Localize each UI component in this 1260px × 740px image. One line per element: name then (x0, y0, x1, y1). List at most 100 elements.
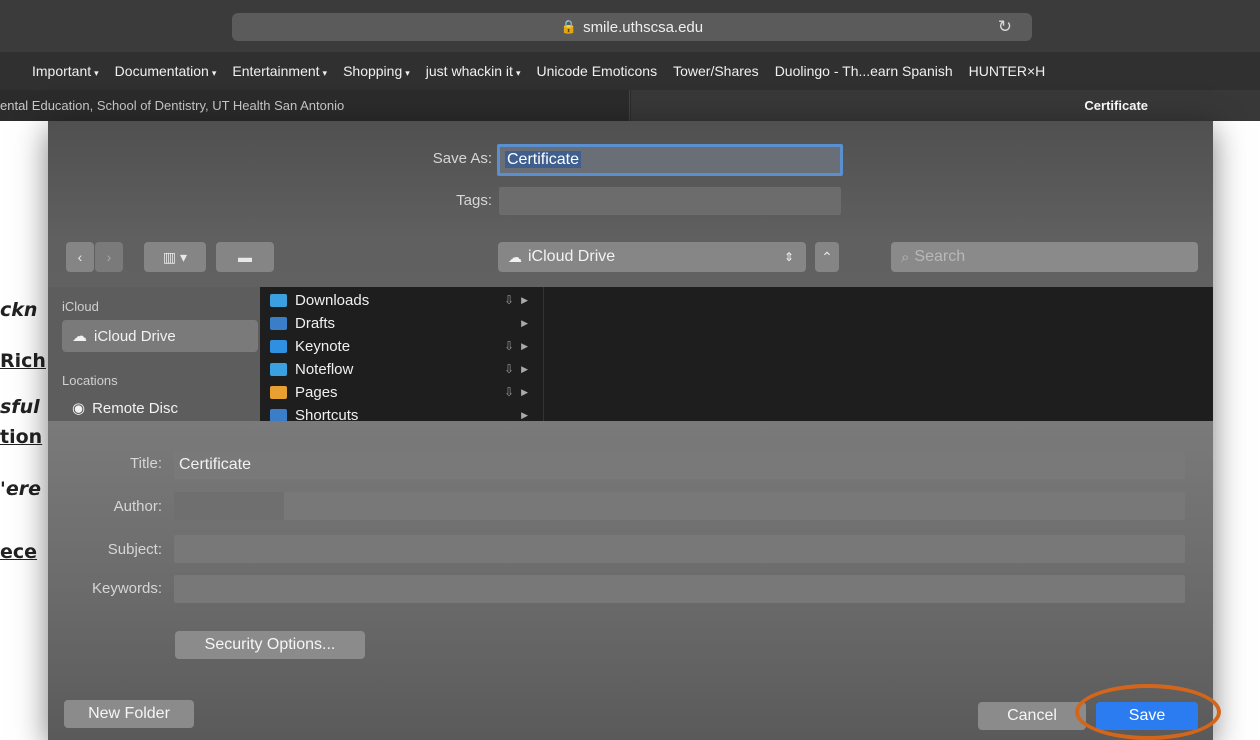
author-label: Author: (113, 498, 162, 515)
list-item[interactable]: Downloads ⇩ ▶ (270, 289, 540, 311)
collapse-dialog-button[interactable]: ⌃ (815, 242, 839, 272)
author-input[interactable] (174, 492, 1185, 520)
chevron-down-icon: ▾ (322, 68, 328, 78)
reload-icon[interactable]: ↻ (998, 17, 1012, 37)
disclosure-arrow-icon: ▶ (521, 294, 528, 305)
columns-view-icon: ▥ ▾ (162, 248, 188, 265)
save-as-label: Save As: (432, 150, 492, 167)
new-folder-icon: ▬ (238, 249, 252, 265)
app-folder-icon (270, 408, 287, 421)
location-value: iCloud Drive (528, 248, 616, 265)
cloud-download-icon: ⇩ (503, 362, 514, 376)
sidebar-item-label: Remote Disc (92, 399, 178, 417)
file-name: Shortcuts (295, 406, 359, 422)
list-item[interactable]: Drafts ▶ (270, 312, 540, 334)
page-text-fragment: ckn (0, 299, 38, 321)
cloud-download-icon: ⇩ (503, 339, 514, 353)
subject-label: Subject: (107, 541, 162, 558)
list-item[interactable]: Shortcuts ▶ (270, 404, 540, 421)
cancel-button[interactable]: Cancel (978, 702, 1086, 730)
file-name: Pages (295, 383, 338, 401)
file-name: Drafts (295, 314, 336, 332)
security-options-button[interactable]: Security Options... (175, 631, 365, 659)
new-folder-button[interactable]: New Folder (64, 700, 194, 728)
file-name: Keynote (295, 337, 351, 355)
cloud-icon: ☁ (72, 328, 87, 345)
bookmark-unicode-emoticons[interactable]: Unicode Emoticons (536, 63, 657, 79)
bookmark-important[interactable]: Important ▾ (32, 63, 99, 79)
disclosure-arrow-icon: ▶ (521, 317, 528, 328)
forward-button[interactable]: › (95, 242, 123, 272)
search-input[interactable]: ⌕ Search (891, 242, 1198, 272)
file-browser: Downloads ⇩ ▶ Drafts ▶ Keynote ⇩ ▶ Notef… (260, 287, 1213, 421)
new-folder-toolbar-button[interactable]: ▬ (216, 242, 274, 272)
file-column: Downloads ⇩ ▶ Drafts ▶ Keynote ⇩ ▶ Notef… (260, 287, 544, 421)
save-dialog: Save As: Certificate Tags: ‹ › ▥ ▾ ▬ ☁ i… (48, 121, 1221, 740)
list-item[interactable]: Pages ⇩ ▶ (270, 381, 540, 403)
bookmark-duolingo[interactable]: Duolingo - Th...earn Spanish (775, 63, 953, 79)
lock-icon: 🔒 (560, 19, 578, 34)
chevron-down-icon: ▾ (211, 68, 217, 78)
sidebar-item-remote-disc[interactable]: ◉ Remote Disc (62, 392, 178, 424)
save-dialog-header: Save As: Certificate Tags: ‹ › ▥ ▾ ▬ ☁ i… (48, 121, 1213, 421)
highlight-annotation (1075, 684, 1221, 740)
chevron-right-icon: › (106, 249, 112, 265)
app-folder-icon (270, 316, 287, 330)
location-popup[interactable]: ☁ iCloud Drive ⇕ (498, 242, 806, 272)
chevron-left-icon: ‹ (77, 249, 83, 265)
cloud-download-icon: ⇩ (503, 385, 514, 399)
pdf-options-panel: Title: Certificate Author: Subject: Keyw… (48, 421, 1221, 740)
keywords-input[interactable] (174, 575, 1185, 603)
dialog-sidebar: iCloud ☁ iCloud Drive Locations ◉ Remote… (48, 287, 260, 421)
app-folder-icon (270, 339, 287, 353)
tab-certificate[interactable]: Certificate (631, 90, 1260, 121)
view-mode-button[interactable]: ▥ ▾ (144, 242, 206, 272)
disclosure-arrow-icon: ▶ (521, 340, 528, 351)
keywords-label: Keywords: (91, 580, 162, 597)
page-text-fragment: sful (0, 396, 40, 418)
tab-bar: ental Education, School of Dentistry, UT… (0, 90, 1260, 121)
save-as-input[interactable]: Certificate (497, 144, 843, 176)
disclosure-arrow-icon: ▶ (521, 363, 528, 374)
disclosure-arrow-icon: ▶ (521, 409, 528, 420)
tags-label: Tags: (456, 192, 492, 209)
list-item[interactable]: Keynote ⇩ ▶ (270, 335, 540, 357)
bookmark-entertainment[interactable]: Entertainment ▾ (232, 63, 327, 79)
folder-icon (270, 293, 287, 307)
sidebar-item-icloud-drive[interactable]: ☁ iCloud Drive (62, 320, 258, 352)
cloud-icon: ☁ (508, 248, 522, 265)
url-text: smile.uthscsa.edu (583, 18, 704, 36)
bookmark-just-whackin-it[interactable]: just whackin it ▾ (426, 63, 521, 79)
search-placeholder: Search (914, 248, 966, 265)
sidebar-item-label: iCloud Drive (94, 327, 176, 345)
title-label: Title: (130, 455, 162, 472)
page-text-fragment: 'ere (0, 478, 41, 500)
bookmark-documentation[interactable]: Documentation ▾ (115, 63, 217, 79)
page-text-fragment: tion (0, 426, 43, 448)
address-bar[interactable]: 🔒 smile.uthscsa.edu ↻ (232, 13, 1032, 41)
back-button[interactable]: ‹ (66, 242, 94, 272)
tab-dental-education[interactable]: ental Education, School of Dentistry, UT… (0, 90, 630, 121)
cloud-download-icon: ⇩ (503, 293, 514, 307)
page-text-fragment: Rich (0, 350, 46, 372)
chevron-down-icon: ▾ (515, 68, 521, 78)
sidebar-header-locations: Locations (62, 373, 118, 388)
browser-toolbar: 🔒 smile.uthscsa.edu ↻ (0, 0, 1260, 52)
app-folder-icon (270, 385, 287, 399)
title-input[interactable]: Certificate (174, 451, 1185, 479)
list-item[interactable]: Noteflow ⇩ ▶ (270, 358, 540, 380)
chevron-down-icon: ▾ (405, 68, 410, 78)
file-name: Downloads (295, 291, 370, 309)
chevron-down-icon: ▾ (94, 68, 99, 78)
disclosure-arrow-icon: ▶ (521, 386, 528, 397)
chevron-up-icon: ⌃ (821, 248, 833, 265)
bookmark-shopping[interactable]: Shopping ▾ (343, 63, 410, 79)
subject-input[interactable] (174, 535, 1185, 563)
bookmark-hunter[interactable]: HUNTER×H (969, 63, 1046, 79)
tags-input[interactable] (499, 187, 841, 215)
bookmark-tower-shares[interactable]: Tower/Shares (673, 63, 759, 79)
disc-icon: ◉ (72, 400, 86, 417)
updown-arrows-icon: ⇕ (783, 250, 794, 264)
folder-icon (270, 362, 287, 376)
sidebar-header-icloud: iCloud (62, 299, 99, 314)
